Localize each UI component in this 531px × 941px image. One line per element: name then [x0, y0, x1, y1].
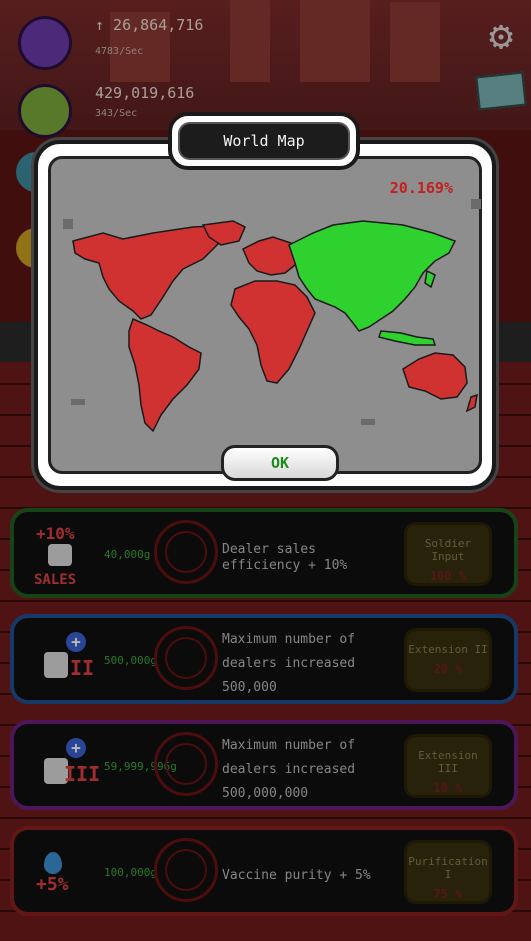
region-australia — [402, 352, 468, 400]
dialog-title: World Map — [178, 122, 350, 160]
region-indonesia — [378, 330, 437, 346]
region-africa — [230, 280, 316, 384]
cure-percent: 20.169% — [389, 179, 453, 197]
region-new-zealand — [465, 393, 478, 413]
region-europe — [242, 236, 300, 276]
region-south-america — [128, 317, 202, 433]
crack-decoration — [471, 199, 481, 209]
title-plate: World Map — [168, 112, 360, 170]
region-japan — [424, 269, 436, 289]
map-panel: 20.169% OK — [48, 156, 482, 481]
world-map — [72, 220, 478, 433]
world-map-dialog: 20.169% OK World Map — [34, 112, 496, 490]
ok-button[interactable]: OK — [221, 445, 339, 481]
